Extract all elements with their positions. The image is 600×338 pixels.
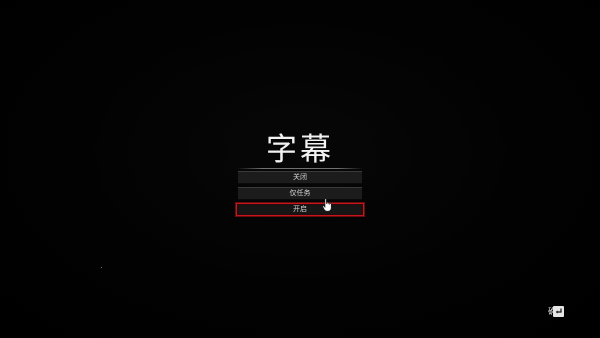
subtitle-options-list: 关闭 仅任务 开启 <box>236 171 364 219</box>
option-off[interactable]: 关闭 <box>238 171 362 184</box>
hand-pointer-icon <box>322 197 334 212</box>
background-speck <box>101 267 102 268</box>
option-on-selected[interactable]: 开启 <box>236 203 364 216</box>
option-mission-only[interactable]: 仅任务 <box>238 187 362 200</box>
menu-title: 字幕 <box>266 132 334 168</box>
enter-key-icon[interactable] <box>553 306 564 317</box>
subtitle-settings-screen: 字幕 关闭 仅任务 开启 确定 <box>0 0 600 338</box>
title-divider <box>237 168 363 169</box>
